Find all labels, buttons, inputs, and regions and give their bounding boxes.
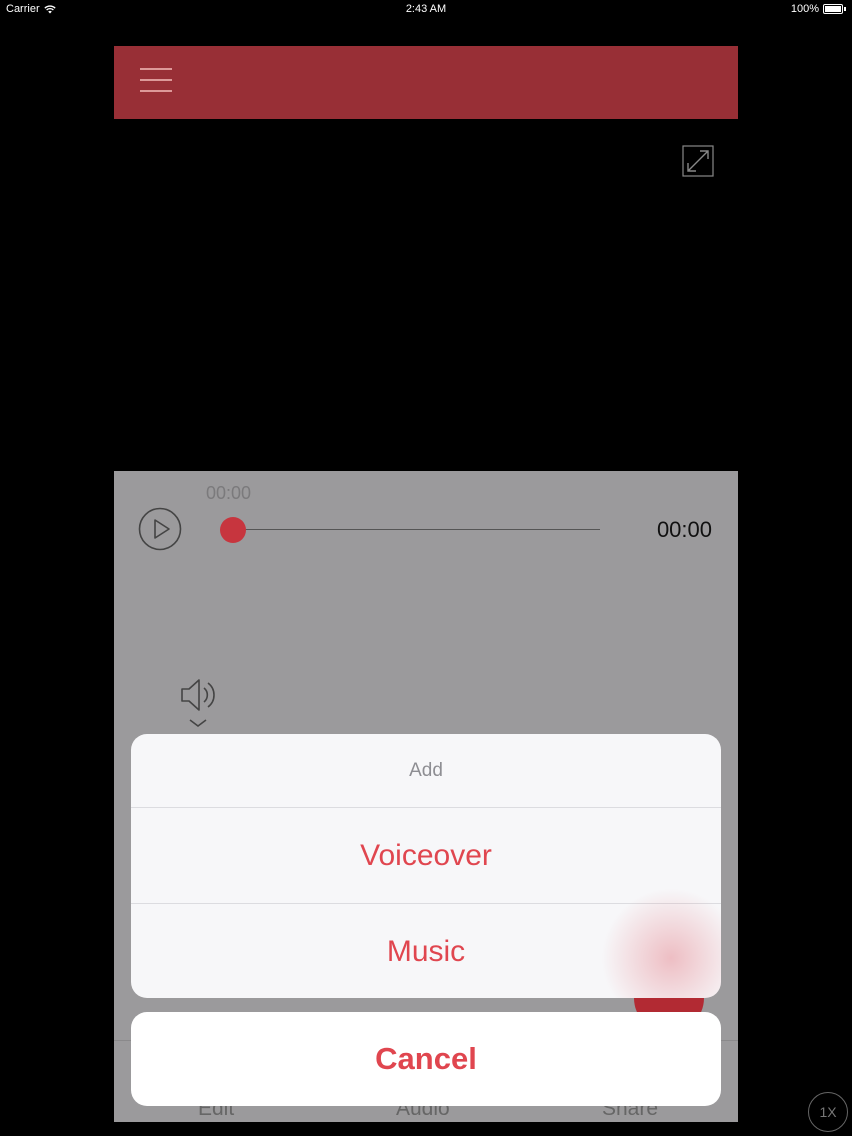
action-sheet: Add Voiceover Music xyxy=(131,734,721,998)
status-bar: Carrier 2:43 AM 100% xyxy=(0,0,852,18)
battery: 100% xyxy=(791,3,846,15)
cancel-button[interactable]: Cancel xyxy=(131,1012,721,1106)
elapsed-time: 00:00 xyxy=(206,483,252,503)
play-icon[interactable] xyxy=(138,507,182,551)
duration-time: 00:00 xyxy=(656,517,712,542)
chevron-down-icon xyxy=(189,719,207,727)
video-preview[interactable] xyxy=(114,119,738,471)
battery-label: 100% xyxy=(790,3,819,15)
expand-icon[interactable] xyxy=(682,145,714,177)
action-sheet-title: Add xyxy=(131,734,721,808)
nav-bar xyxy=(114,46,738,119)
speaker-icon[interactable] xyxy=(178,675,222,731)
speed-button[interactable]: 1X xyxy=(808,1092,848,1132)
progress-track[interactable] xyxy=(222,529,600,530)
voiceover-option[interactable]: Voiceover xyxy=(131,808,721,903)
menu-icon[interactable] xyxy=(140,68,172,98)
music-option[interactable]: Music xyxy=(131,903,721,998)
clock: 2:43 AM xyxy=(405,3,447,15)
battery-icon xyxy=(823,4,843,14)
progress-thumb[interactable] xyxy=(220,517,246,543)
